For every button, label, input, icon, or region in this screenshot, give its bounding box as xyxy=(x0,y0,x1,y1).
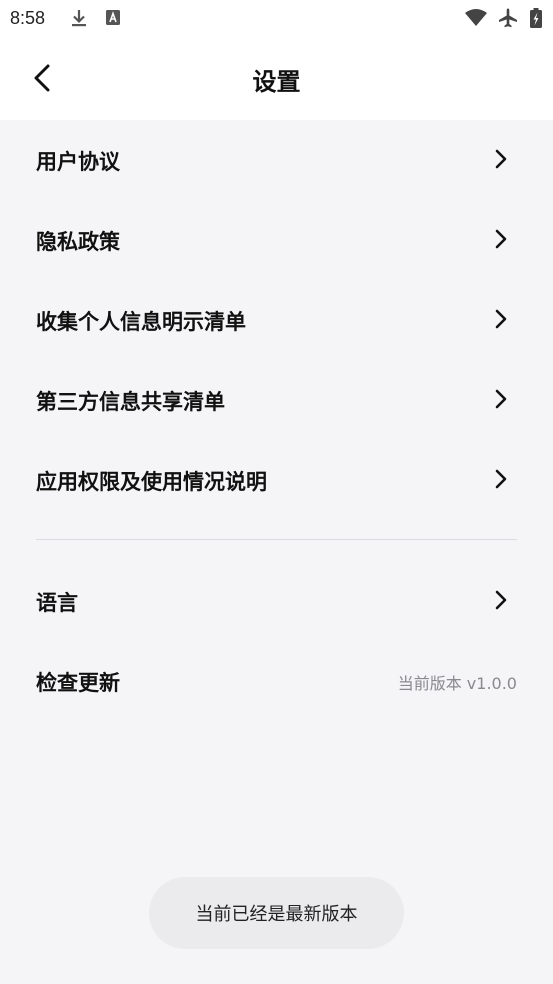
menu-item-label: 收集个人信息明示清单 xyxy=(36,310,246,334)
status-time: 8:58 xyxy=(10,8,46,28)
menu-item-label: 隐私政策 xyxy=(36,230,120,254)
text-box-icon xyxy=(106,10,120,25)
menu-item-label: 检查更新 xyxy=(36,671,120,695)
menu-item-app-permissions[interactable]: 应用权限及使用情况说明 xyxy=(0,440,553,520)
chevron-right-icon xyxy=(495,229,507,249)
menu-item-third-party-sharing[interactable]: 第三方信息共享清单 xyxy=(0,360,553,440)
menu-item-user-agreement[interactable]: 用户协议 xyxy=(0,120,553,200)
toast-text: 当前已经是最新版本 xyxy=(195,904,358,925)
menu-item-label: 第三方信息共享清单 xyxy=(36,390,225,414)
download-icon xyxy=(72,10,86,27)
chevron-right-icon xyxy=(495,469,507,489)
menu-item-language[interactable]: 语言 xyxy=(0,561,553,641)
battery-charging-icon xyxy=(530,8,542,28)
current-version: 当前版本 v1.0.0 xyxy=(397,674,517,693)
chevron-right-icon xyxy=(495,590,507,610)
chevron-right-icon xyxy=(495,149,507,169)
wifi-icon xyxy=(465,9,487,26)
app-header: 设置 xyxy=(0,38,553,120)
status-bar: 8:58 xyxy=(0,0,553,38)
menu-item-check-update[interactable]: 检查更新 当前版本 v1.0.0 xyxy=(0,641,553,721)
menu-item-label: 语言 xyxy=(36,591,78,615)
section-divider xyxy=(36,539,517,540)
page-title: 设置 xyxy=(252,68,301,96)
chevron-right-icon xyxy=(495,309,507,329)
menu-item-personal-info-list[interactable]: 收集个人信息明示清单 xyxy=(0,280,553,360)
menu-item-label: 用户协议 xyxy=(36,150,120,174)
toast-message: 当前已经是最新版本 xyxy=(149,877,404,949)
menu-item-label: 应用权限及使用情况说明 xyxy=(36,470,267,494)
airplane-icon xyxy=(499,8,517,28)
chevron-right-icon xyxy=(495,389,507,409)
menu-item-privacy-policy[interactable]: 隐私政策 xyxy=(0,200,553,280)
